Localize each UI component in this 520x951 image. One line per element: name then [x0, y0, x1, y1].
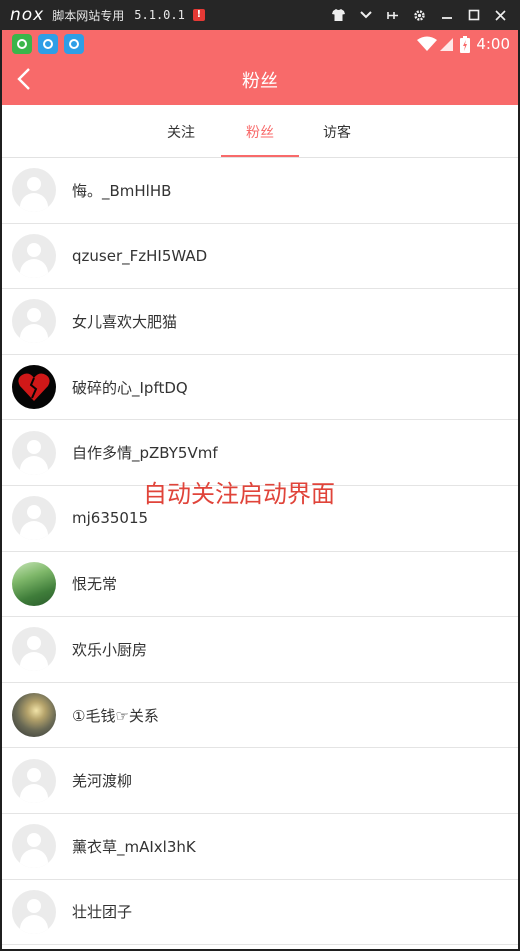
follower-name: 欢乐小厨房: [72, 640, 148, 659]
wifi-icon: [417, 36, 438, 51]
list-item[interactable]: qzuser_FzHI5WAD: [2, 223, 518, 290]
follower-name: mj635015: [72, 509, 149, 528]
tab-followers[interactable]: 粉丝: [221, 105, 299, 158]
status-indicators: 4:00: [417, 30, 510, 58]
minimize-icon[interactable]: [433, 0, 460, 30]
avatar[interactable]: [12, 824, 56, 869]
follower-name: qzuser_FzHI5WAD: [72, 246, 208, 265]
list-item[interactable]: 羌河渡柳: [2, 748, 518, 814]
app-blue-icon: [38, 34, 58, 54]
avatar[interactable]: [12, 496, 56, 541]
follower-name: 自作多情_pZBY5Vmf: [72, 444, 218, 463]
follower-list[interactable]: 悔。_BmHlHB qzuser_FzHI5WAD 女儿喜欢大肥猫 破碎的心_I…: [2, 158, 518, 946]
gear-icon[interactable]: [406, 0, 433, 30]
avatar[interactable]: [12, 889, 56, 934]
list-item[interactable]: 悔。_BmHlHB: [2, 158, 518, 224]
follower-name: 壮壮团子: [72, 903, 133, 922]
alert-badge[interactable]: !: [192, 9, 205, 21]
broken-heart-icon: [18, 373, 50, 402]
app-header: 4:00 粉丝: [2, 30, 518, 105]
follower-name: 女儿喜欢大肥猫: [72, 312, 178, 331]
app-blue-icon: [64, 34, 84, 54]
nox-logo: nox: [10, 5, 45, 25]
signal-icon: [440, 38, 454, 51]
pin-icon[interactable]: [379, 0, 406, 30]
follower-name: 悔。_BmHlHB: [72, 181, 172, 200]
follower-name: 羌河渡柳: [72, 772, 133, 791]
list-item[interactable]: 恨无常: [2, 551, 518, 618]
follower-name: 恨无常: [72, 575, 118, 594]
maximize-icon[interactable]: [460, 0, 487, 30]
emulator-title: 脚本网站专用: [52, 8, 125, 23]
app-green-icon: [12, 34, 32, 54]
overlay-label: 自动关注启动界面: [143, 480, 335, 508]
close-icon[interactable]: [487, 0, 514, 30]
list-item[interactable]: 破碎的心_IpftDQ: [2, 354, 518, 421]
emulator-version: 5.1.0.1: [134, 8, 185, 22]
shirt-icon[interactable]: [325, 0, 352, 30]
follower-name: 破碎的心_IpftDQ: [72, 378, 188, 397]
tab-following[interactable]: 关注: [152, 105, 210, 158]
follower-name: 薰衣草_mAIxl3hK: [72, 837, 196, 856]
status-bar: 4:00: [2, 30, 518, 58]
window-controls: [325, 0, 514, 30]
emulator-title-bar: nox 脚本网站专用 5.1.0.1 !: [0, 0, 520, 30]
battery-icon: [460, 35, 471, 53]
list-item[interactable]: 女儿喜欢大肥猫: [2, 289, 518, 355]
tab-bar: 关注 粉丝 访客: [2, 105, 518, 158]
clock: 4:00: [476, 35, 510, 53]
avatar[interactable]: [12, 299, 56, 344]
follower-name: ①毛钱☞关系: [72, 706, 159, 725]
avatar[interactable]: [12, 693, 56, 738]
list-item[interactable]: 欢乐小厨房: [2, 617, 518, 683]
avatar[interactable]: [12, 758, 56, 803]
list-item[interactable]: ①毛钱☞关系: [2, 682, 518, 749]
avatar[interactable]: [12, 365, 56, 410]
page-title: 粉丝: [242, 71, 278, 92]
chevron-down-icon[interactable]: [352, 0, 379, 30]
avatar[interactable]: [12, 168, 56, 213]
avatar[interactable]: [12, 233, 56, 278]
avatar[interactable]: [12, 430, 56, 475]
list-item[interactable]: 薰衣草_mAIxl3hK: [2, 813, 518, 880]
list-item[interactable]: 壮壮团子: [2, 879, 518, 946]
active-tab-indicator: [221, 155, 299, 157]
avatar[interactable]: [12, 627, 56, 672]
tab-visitors[interactable]: 访客: [308, 105, 366, 158]
avatar[interactable]: [12, 561, 56, 606]
